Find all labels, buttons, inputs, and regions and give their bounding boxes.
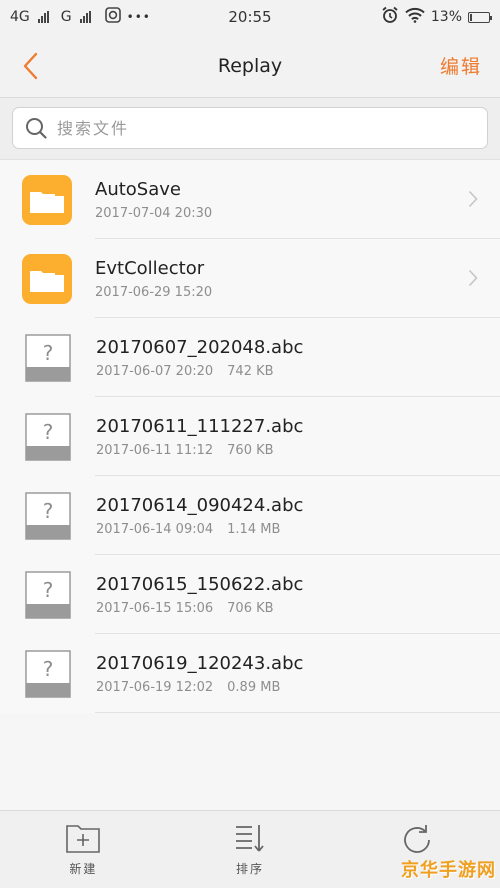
chevron-right-icon — [468, 190, 478, 212]
file-size: 1.14 MB — [227, 521, 281, 537]
file-size: 760 KB — [227, 442, 274, 458]
file-name: EvtCollector — [95, 257, 205, 279]
battery-percent: 13% — [430, 9, 462, 25]
unknown-file-icon: ? — [25, 412, 71, 461]
new-label: 新建 — [69, 862, 98, 876]
network-4g-label: 4G — [10, 9, 30, 25]
sort-label: 排序 — [235, 862, 264, 876]
new-button[interactable]: 新建 — [23, 822, 143, 877]
status-right: 13% — [381, 6, 492, 28]
svg-text:?: ? — [43, 499, 54, 523]
search-input[interactable] — [57, 118, 475, 138]
edit-button[interactable]: 编辑 — [440, 52, 482, 79]
unknown-file-icon: ? — [25, 570, 71, 619]
folder-icon — [22, 174, 72, 225]
watermark-logo: 京华手游网 — [401, 860, 496, 881]
file-meta: 2017-06-29 15:20 — [95, 285, 500, 300]
file-date: 2017-06-19 12:02 — [96, 679, 214, 695]
file-row[interactable]: ? 20170611_111227.abc 2017-06-11 11:12 760 … — [0, 397, 500, 476]
file-date: 2017-06-14 09:04 — [96, 521, 214, 537]
file-date: 2017-06-07 20:20 — [96, 363, 214, 379]
file-row[interactable]: ? 20170619_120243.abc 2017-06-19 12:02 0.89… — [0, 634, 500, 713]
file-name: 20170619_120243.abc — [96, 652, 304, 674]
unknown-file-icon: ? — [25, 491, 71, 540]
file-name: 20170607_202048.abc — [96, 336, 304, 358]
file-meta: 2017-06-14 09:04 1.14 MB — [96, 522, 500, 537]
folder-icon — [22, 253, 72, 304]
signal-icon — [37, 11, 49, 23]
file-size: 706 KB — [227, 600, 274, 616]
file-row[interactable]: AutoSave 2017-07-04 20:30 — [0, 160, 500, 239]
network-g-label: G — [60, 9, 72, 25]
file-row[interactable]: ? 20170615_150622.abc 2017-06-15 15:06 706 … — [0, 555, 500, 634]
signal-icon-2 — [79, 11, 91, 23]
file-name: 20170614_090424.abc — [96, 494, 304, 516]
file-date: 2017-07-04 20:30 — [95, 205, 213, 221]
file-meta: 2017-06-15 15:06 706 KB — [96, 601, 500, 616]
file-list: AutoSave 2017-07-04 20:30 EvtCollector 2017… — [0, 160, 500, 713]
search-box[interactable] — [12, 107, 488, 149]
svg-text:?: ? — [43, 341, 54, 365]
battery-icon — [468, 11, 492, 23]
file-info: 20170619_120243.abc 2017-06-19 12:02 0.89 … — [96, 653, 500, 695]
unknown-file-icon: ? — [25, 333, 71, 382]
file-date: 2017-06-11 11:12 — [96, 442, 214, 458]
new-folder-icon — [66, 825, 101, 853]
sort-button[interactable]: 排序 — [190, 822, 310, 877]
row-divider — [95, 712, 500, 713]
file-info: AutoSave 2017-07-04 20:30 — [95, 179, 500, 221]
chevron-left-icon — [23, 52, 38, 79]
alarm-icon — [381, 6, 399, 28]
file-row[interactable]: ? 20170614_090424.abc 2017-06-14 09:04 1.14… — [0, 476, 500, 555]
file-row[interactable]: EvtCollector 2017-06-29 15:20 — [0, 239, 500, 318]
file-size: 742 KB — [227, 363, 274, 379]
file-date: 2017-06-29 15:20 — [95, 284, 213, 300]
file-name: AutoSave — [95, 178, 181, 200]
file-info: 20170611_111227.abc 2017-06-11 11:12 760 K… — [96, 416, 500, 458]
file-info: 20170607_202048.abc 2017-06-07 20:20 742 K… — [96, 337, 500, 379]
file-name: 20170615_150622.abc — [96, 573, 304, 595]
navigation-bar: Replay 编辑 — [0, 34, 500, 98]
page-title: Replay — [217, 54, 283, 77]
status-left: 4G G ••• — [10, 7, 151, 27]
svg-text:?: ? — [43, 578, 54, 602]
file-date: 2017-06-15 15:06 — [96, 600, 214, 616]
file-meta: 2017-07-04 20:30 — [95, 206, 500, 221]
svg-text:?: ? — [43, 657, 54, 681]
file-info: EvtCollector 2017-06-29 15:20 — [95, 258, 500, 300]
refresh-icon — [403, 824, 430, 853]
wifi-icon — [405, 7, 425, 27]
status-bar: 4G G ••• 20:55 13% — [0, 0, 500, 34]
file-info: 20170615_150622.abc 2017-06-15 15:06 706 K… — [96, 574, 500, 616]
svg-text:?: ? — [43, 420, 54, 444]
app-notification-icon — [104, 7, 121, 27]
back-button[interactable] — [22, 46, 52, 86]
search-bar — [0, 98, 500, 160]
chevron-right-icon — [468, 269, 478, 291]
file-meta: 2017-06-07 20:20 742 KB — [96, 364, 500, 379]
file-meta: 2017-06-11 11:12 760 KB — [96, 443, 500, 458]
file-size: 0.89 MB — [227, 679, 281, 695]
sort-icon — [235, 825, 264, 852]
more-notifications-dots: ••• — [126, 10, 151, 24]
file-meta: 2017-06-19 12:02 0.89 MB — [96, 680, 500, 695]
search-icon — [26, 118, 47, 139]
file-row[interactable]: ? 20170607_202048.abc 2017-06-07 20:20 742 … — [0, 318, 500, 397]
file-info: 20170614_090424.abc 2017-06-14 09:04 1.14 … — [96, 495, 500, 537]
file-name: 20170611_111227.abc — [96, 415, 304, 437]
unknown-file-icon: ? — [25, 649, 71, 698]
